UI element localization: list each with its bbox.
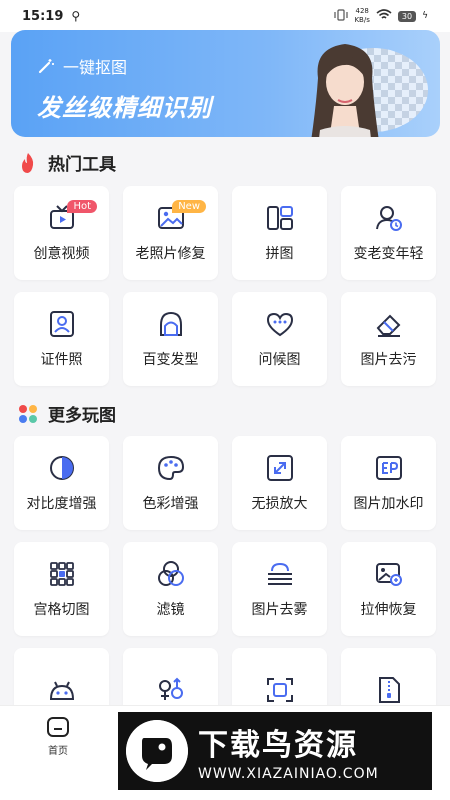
hot-tools-title: 热门工具: [48, 155, 116, 175]
tool-card-add-watermark[interactable]: 图片加水印: [341, 436, 436, 530]
charging-icon: ϟ: [422, 11, 428, 21]
home-icon: [47, 717, 69, 737]
banner-headline: 发丝级精细识别: [37, 94, 212, 122]
tool-card-grid-cut[interactable]: 宫格切图: [14, 542, 109, 636]
tool-label: 百变发型: [142, 352, 199, 368]
tool-label: 宫格切图: [33, 602, 90, 618]
tool-card-dehaze[interactable]: 图片去雾: [232, 542, 327, 636]
net-speed-unit: KB/s: [354, 16, 370, 24]
nav-home-label: 首页: [48, 746, 68, 757]
status-right: 428 KB/s 30 ϟ: [334, 7, 428, 25]
banner-tag: 一键抠图: [37, 54, 127, 78]
tool-card-id-photo[interactable]: 证件照: [14, 292, 109, 386]
id-photo-icon: [49, 311, 74, 337]
enlarge-icon: [266, 455, 293, 481]
hairstyle-icon: [159, 311, 182, 336]
net-speed-value: 428: [355, 7, 369, 15]
tool-label: 拉伸恢复: [360, 602, 417, 618]
tool-card-age-change[interactable]: 变老变年轻: [341, 186, 436, 280]
banner-tag-text: 一键抠图: [63, 58, 128, 77]
tool-card-greeting[interactable]: 问候图: [232, 292, 327, 386]
watermark-icon: [375, 456, 402, 480]
wifi-icon: [376, 8, 392, 24]
tool-label: 图片加水印: [353, 496, 424, 512]
palette-icon: [157, 455, 184, 481]
status-bar: 15:19 ⚲ 428 KB/s 30 ϟ: [0, 0, 450, 32]
net-speed: 428 KB/s: [354, 7, 369, 25]
nav-home[interactable]: 首页: [40, 716, 76, 757]
eraser-icon: [376, 314, 400, 337]
status-time: 15:19: [22, 8, 64, 24]
greeting-icon: [266, 312, 293, 337]
filter-icon: [157, 561, 184, 586]
tool-card-creative-video[interactable]: Hot 创意视频: [14, 186, 109, 280]
grid-cut-icon: [49, 562, 74, 586]
watermark-text: 下载鸟资源 WWW.XIAZAINIAO.COM: [198, 720, 379, 782]
watermark-title: 下载鸟资源: [198, 728, 358, 763]
stretch-icon: [375, 563, 402, 586]
usb-icon: ⚲: [71, 9, 81, 23]
tool-label: 老照片修复: [135, 246, 206, 262]
magic-wand-icon: [38, 59, 54, 74]
tool-label: 拼图: [265, 246, 294, 262]
battery-icon: 30: [397, 10, 417, 22]
tool-label: 图片去雾: [251, 602, 308, 618]
dehaze-icon: [267, 562, 292, 585]
contrast-icon: [49, 456, 74, 480]
vibrate-icon: [334, 8, 349, 24]
hot-tools-grid: Hot 创意视频 New 老照片修复 拼图 变老变年轻 证件照 百变发型 问候图…: [14, 186, 436, 386]
scan-icon: [266, 678, 293, 702]
tool-label: 色彩增强: [142, 496, 199, 512]
tool-label: 证件照: [40, 352, 83, 368]
hot-tools-header: 热门工具: [18, 150, 116, 175]
tool-label: 创意视频: [33, 246, 90, 262]
tool-card-old-photo-repair[interactable]: New 老照片修复: [123, 186, 218, 280]
tool-card-lossless-enlarge[interactable]: 无损放大: [232, 436, 327, 530]
tool-card-contrast[interactable]: 对比度增强: [14, 436, 109, 530]
tool-label: 变老变年轻: [353, 246, 424, 262]
more-tools-title: 更多玩图: [48, 406, 116, 426]
cutout-banner[interactable]: 一键抠图 发丝级精细识别: [11, 30, 440, 137]
tool-card-hairstyle[interactable]: 百变发型: [123, 292, 218, 386]
site-watermark: 下载鸟资源 WWW.XIAZAINIAO.COM: [118, 712, 432, 790]
tool-card-collage[interactable]: 拼图: [232, 186, 327, 280]
age-icon: [375, 206, 402, 231]
tool-label: 问候图: [258, 352, 301, 368]
hot-badge: Hot: [67, 200, 97, 213]
tool-label: 无损放大: [251, 496, 308, 512]
zip-file-icon: [378, 677, 400, 703]
bird-logo-icon: [126, 720, 188, 782]
apps-icon: [19, 404, 37, 423]
tool-label: 对比度增强: [26, 496, 97, 512]
new-badge: New: [172, 200, 206, 213]
more-tools-header: 更多玩图: [18, 401, 116, 426]
tool-label: 图片去污: [360, 352, 417, 368]
tool-label: 滤镜: [156, 602, 185, 618]
more-tools-grid: 对比度增强 色彩增强 无损放大 图片加水印 宫格切图 滤镜 图片去雾 拉伸恢复: [14, 436, 436, 742]
gender-icon: [158, 677, 183, 700]
tool-card-stretch-restore[interactable]: 拉伸恢复: [341, 542, 436, 636]
watermark-url: WWW.XIAZAINIAO.COM: [198, 766, 379, 782]
portrait-image: [311, 44, 379, 137]
collage-icon: [266, 206, 293, 230]
tool-card-stain-removal[interactable]: 图片去污: [341, 292, 436, 386]
android-icon: [49, 681, 74, 700]
flame-icon: [22, 152, 34, 173]
tool-card-filter[interactable]: 滤镜: [123, 542, 218, 636]
tool-card-color-enhance[interactable]: 色彩增强: [123, 436, 218, 530]
